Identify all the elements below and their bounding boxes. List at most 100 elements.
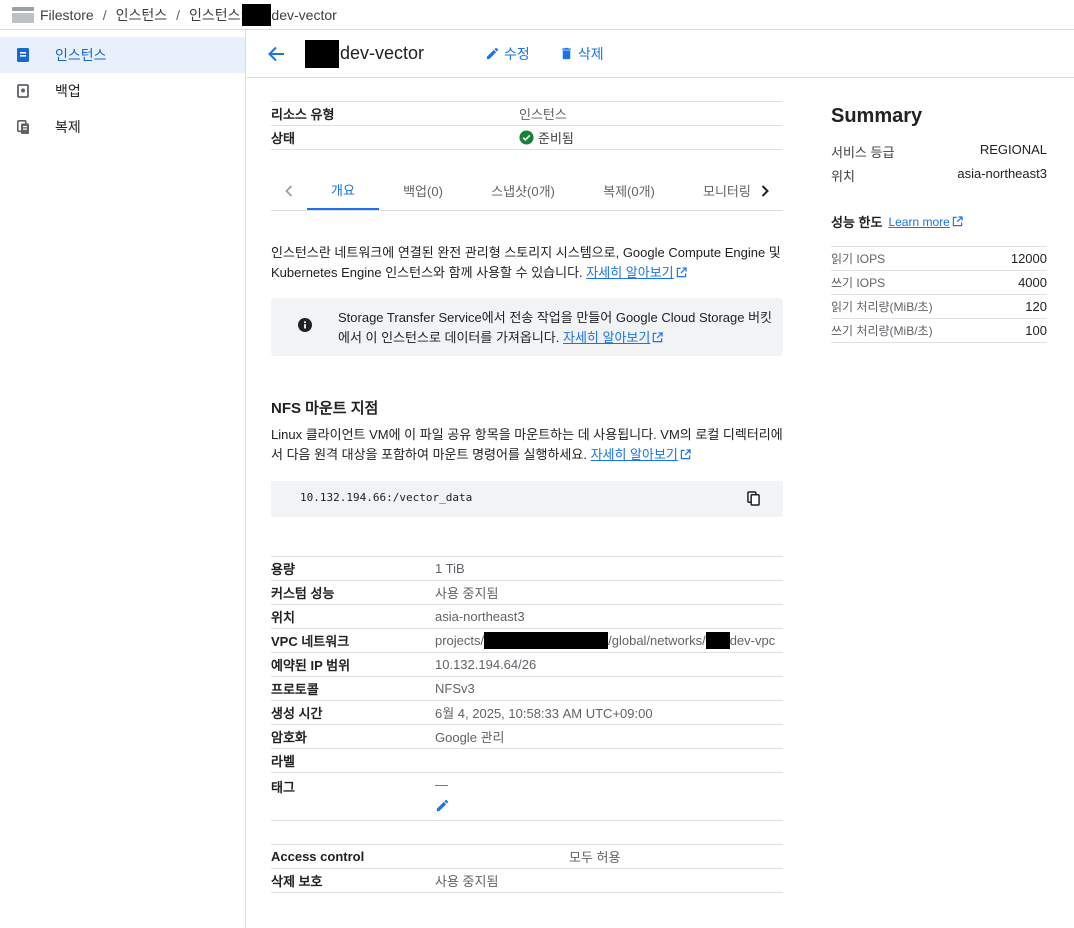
replication-icon: [16, 119, 30, 135]
summary-title: Summary: [831, 105, 923, 127]
page-title-text: dev-vector: [340, 43, 425, 63]
performance-limits-title: 성능 한도: [831, 215, 883, 230]
edit-label: 수정: [504, 45, 530, 62]
instance-icon: [16, 47, 30, 63]
tab-scroll-right[interactable]: [753, 171, 777, 210]
summary-learn-more-link[interactable]: Learn more: [888, 215, 963, 229]
resource-type-value: 인스턴스: [519, 107, 567, 122]
mount-point-value: 10.132.194.66:/vector_data: [300, 491, 473, 504]
perf-value: 12000: [1010, 251, 1047, 266]
edit-tags-icon[interactable]: [435, 798, 450, 813]
table-row: 예약된 IP 범위 10.132.194.64/26: [271, 653, 783, 677]
nfs-section-title: NFS 마운트 지점: [271, 400, 379, 417]
tab-snapshots[interactable]: 스냅샷(0개): [475, 171, 571, 210]
back-arrow-icon[interactable]: [264, 42, 288, 66]
service-tier-key: 서비스 등급: [831, 145, 895, 160]
link-label: 자세히 알아보기: [590, 447, 678, 462]
edit-icon: [486, 47, 499, 60]
perf-value: 100: [1025, 323, 1047, 338]
tab-overview[interactable]: 개요: [307, 171, 379, 210]
sidebar-item-label: 인스턴스: [55, 47, 107, 63]
details-table: 용량 1 TiB 커스텀 성능 사용 중지됨 위치 asia-northeast3 V…: [271, 556, 783, 821]
chevron-right-icon: [761, 184, 769, 197]
encryption-key: 암호화: [271, 730, 307, 745]
copy-icon[interactable]: [747, 491, 760, 506]
external-link-icon: [952, 215, 963, 226]
table-row: 상태 준비됨: [271, 126, 783, 150]
vpc-network-key: VPC 네트워크: [271, 634, 350, 649]
performance-limits-heading: 성능 한도 Learn more: [831, 212, 963, 231]
redacted-block: [305, 39, 339, 68]
external-link-icon: [676, 267, 687, 278]
summary-location-row: 위치 asia-northeast3: [831, 166, 1047, 185]
redacted-block: [242, 3, 272, 26]
ip-range-value: 10.132.194.64/26: [435, 657, 537, 672]
tab-scroll-left[interactable]: [279, 171, 299, 210]
perf-key: 읽기 처리량(MiB/초): [831, 300, 933, 314]
tab-replication[interactable]: 복제(0개): [589, 171, 669, 210]
perf-value: 120: [1025, 299, 1047, 314]
overview-desc-text: 인스턴스란 네트워크에 연결된 완전 관리형 스토리지 시스템으로, Googl…: [271, 245, 781, 280]
table-row: 생성 시간 6월 4, 2025, 10:58:33 AM UTC+09:00: [271, 701, 783, 725]
table-row: 읽기 IOPS 12000: [831, 247, 1047, 271]
table-row: 용량 1 TiB: [271, 557, 783, 581]
table-row: 프로토콜 NFSv3: [271, 677, 783, 701]
page-title: dev-vector: [305, 39, 425, 68]
sidebar-item-instances[interactable]: 인스턴스: [0, 37, 245, 73]
location-key: 위치: [271, 610, 295, 625]
breadcrumb-separator: /: [176, 6, 180, 23]
external-link-icon: [653, 332, 664, 343]
sidebar-item-replication[interactable]: 복제: [0, 109, 245, 145]
perf-key: 쓰기 IOPS: [831, 276, 886, 290]
status-key: 상태: [271, 131, 295, 146]
summary-location-value: asia-northeast3: [957, 166, 1047, 181]
chevron-left-icon: [285, 184, 293, 197]
delete-button[interactable]: 삭제: [559, 44, 604, 64]
perf-key: 쓰기 처리량(MiB/초): [831, 324, 933, 338]
info-banner: Storage Transfer Service에서 전송 작업을 만들어 Go…: [271, 298, 783, 356]
mount-point-box: 10.132.194.66:/vector_data: [271, 481, 783, 517]
access-table: Access control 모두 허용 삭제 보호 사용 중지됨: [271, 844, 783, 893]
breadcrumb-instance-prefix: 인스턴스:: [189, 6, 245, 23]
table-row: 삭제 보호 사용 중지됨: [271, 869, 783, 893]
encryption-value: Google 관리: [435, 730, 505, 745]
nfs-learn-more-link[interactable]: 자세히 알아보기: [591, 447, 691, 462]
table-row: 암호화 Google 관리: [271, 725, 783, 749]
info-learn-more-link[interactable]: 자세히 알아보기: [563, 330, 664, 345]
nfs-description: Linux 클라이언트 VM에 이 파일 공유 항목을 마운트하는 데 사용됩니…: [271, 425, 786, 465]
tab-bar: 개요 백업(0) 스냅샷(0개) 복제(0개) 모니터링: [271, 171, 783, 211]
filestore-product-icon: [12, 6, 34, 23]
trash-icon: [561, 47, 571, 60]
sidebar-item-label: 백업: [55, 83, 81, 99]
edit-button[interactable]: 수정: [485, 44, 530, 64]
breadcrumb-filestore[interactable]: Filestore: [40, 7, 94, 23]
custom-performance-value: 사용 중지됨: [435, 586, 499, 601]
access-control-value: 모두 허용: [569, 850, 621, 865]
service-tier-value: REGIONAL: [979, 142, 1047, 157]
table-row: 읽기 처리량(MiB/초) 120: [831, 295, 1047, 319]
check-circle-icon: [519, 130, 534, 145]
status-badge: 준비됨: [519, 128, 574, 147]
protocol-key: 프로토콜: [271, 682, 319, 697]
custom-performance-key: 커스텀 성능: [271, 586, 335, 601]
summary-location-key: 위치: [831, 169, 855, 184]
ip-range-key: 예약된 IP 범위: [271, 658, 351, 673]
summary-tier-row: 서비스 등급 REGIONAL: [831, 142, 1047, 161]
resource-type-key: 리소스 유형: [271, 107, 335, 122]
created-key: 생성 시간: [271, 706, 323, 721]
table-row: 커스텀 성능 사용 중지됨: [271, 581, 783, 605]
delete-label: 삭제: [577, 45, 604, 62]
info-banner-text: Storage Transfer Service에서 전송 작업을 만들어 Go…: [338, 308, 778, 348]
info-text: Storage Transfer Service에서 전송 작업을 만들어 Go…: [338, 310, 773, 345]
table-row: 라벨: [271, 749, 783, 773]
delete-protection-value: 사용 중지됨: [435, 874, 499, 889]
link-label: 자세히 알아보기: [563, 330, 651, 345]
sidebar-item-backups[interactable]: 백업: [0, 73, 245, 109]
breadcrumb-instances[interactable]: 인스턴스: [116, 5, 168, 25]
tab-backups[interactable]: 백업(0): [383, 171, 463, 210]
learn-more-link[interactable]: 자세히 알아보기: [586, 265, 687, 280]
breadcrumb-separator: /: [102, 6, 107, 23]
created-value: 6월 4, 2025, 10:58:33 AM UTC+09:00: [435, 706, 653, 721]
table-row: 리소스 유형 인스턴스: [271, 102, 783, 126]
tab-monitoring[interactable]: 모니터링: [681, 171, 751, 210]
